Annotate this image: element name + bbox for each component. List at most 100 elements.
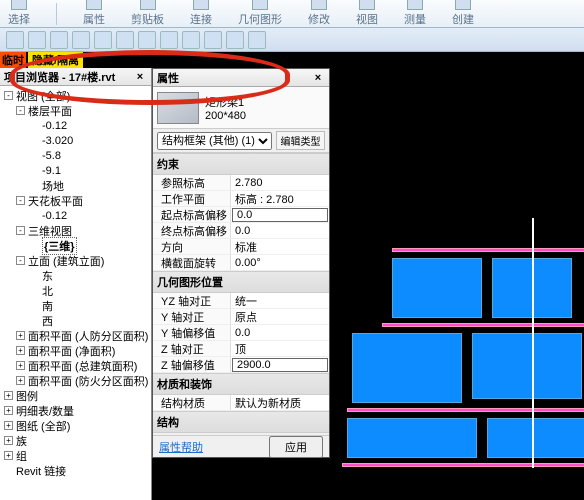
tree-item[interactable]: -0.12 bbox=[2, 118, 151, 133]
collapse-icon[interactable]: - bbox=[4, 91, 13, 100]
tree-item[interactable]: 南 bbox=[2, 298, 151, 313]
property-row[interactable]: 参照标高2.780 bbox=[153, 175, 329, 191]
qat-button-4[interactable] bbox=[72, 31, 90, 49]
qat-button-1[interactable] bbox=[6, 31, 24, 49]
properties-body[interactable]: 约束参照标高2.780工作平面标高 : 2.780起点标高偏移0.0终点标高偏移… bbox=[153, 153, 329, 435]
expand-icon[interactable]: + bbox=[4, 451, 13, 460]
property-value[interactable]: 0.0 bbox=[232, 208, 328, 222]
tree-item[interactable]: +族 bbox=[2, 433, 151, 448]
qat-button-5[interactable] bbox=[94, 31, 112, 49]
properties-help-link[interactable]: 属性帮助 bbox=[159, 439, 203, 455]
property-value[interactable]: 2.780 bbox=[231, 175, 329, 190]
property-row[interactable]: 终点标高偏移0.0 bbox=[153, 223, 329, 239]
property-row[interactable]: 工作平面标高 : 2.780 bbox=[153, 191, 329, 207]
property-row[interactable]: 方向标准 bbox=[153, 239, 329, 255]
property-value[interactable]: 默认为新材质 bbox=[231, 395, 329, 410]
project-browser-tree[interactable]: -视图 (全部)-楼层平面-0.12-3.020-5.8-9.1场地-天花板平面… bbox=[0, 86, 151, 500]
property-row[interactable]: 起点标高偏移0.0 bbox=[153, 207, 329, 223]
tree-item[interactable]: +组 bbox=[2, 448, 151, 463]
tree-item[interactable]: +图纸 (全部) bbox=[2, 418, 151, 433]
qat-button-10[interactable] bbox=[204, 31, 222, 49]
type-selector[interactable]: 矩形梁1 200*480 bbox=[153, 87, 329, 129]
tree-item[interactable]: +面积平面 (人防分区面积) bbox=[2, 328, 151, 343]
tree-item[interactable]: -9.1 bbox=[2, 163, 151, 178]
property-value[interactable]: 2900.0 bbox=[232, 358, 328, 372]
qat-button-3[interactable] bbox=[50, 31, 68, 49]
property-section-header[interactable]: 几何图形位置 bbox=[153, 271, 329, 293]
qat-button-12[interactable] bbox=[248, 31, 266, 49]
tree-item[interactable]: 场地 bbox=[2, 178, 151, 193]
tree-item[interactable]: +明细表/数量 bbox=[2, 403, 151, 418]
tree-item[interactable]: +面积平面 (防火分区面积) bbox=[2, 373, 151, 388]
ribbon-group-view[interactable]: 视图 bbox=[356, 0, 378, 27]
expand-icon[interactable]: + bbox=[4, 391, 13, 400]
close-icon[interactable]: × bbox=[311, 71, 325, 85]
ribbon-group-properties[interactable]: 属性 bbox=[83, 0, 105, 27]
properties-title[interactable]: 属性 × bbox=[153, 69, 329, 87]
apply-button[interactable]: 应用 bbox=[269, 436, 323, 458]
property-row[interactable]: 横截面旋转0.00° bbox=[153, 255, 329, 271]
qat-button-8[interactable] bbox=[160, 31, 178, 49]
tree-item[interactable]: -0.12 bbox=[2, 208, 151, 223]
qat-button-9[interactable] bbox=[182, 31, 200, 49]
tree-item[interactable]: 北 bbox=[2, 283, 151, 298]
property-value[interactable]: 0.0 bbox=[231, 223, 329, 238]
tree-item[interactable]: +图例 bbox=[2, 388, 151, 403]
tree-item[interactable]: -5.8 bbox=[2, 148, 151, 163]
collapse-icon[interactable]: - bbox=[16, 256, 25, 265]
qat-button-7[interactable] bbox=[138, 31, 156, 49]
property-row[interactable]: Z 轴对正顶 bbox=[153, 341, 329, 357]
collapse-icon[interactable]: - bbox=[16, 226, 25, 235]
property-row[interactable]: YZ 轴对正统一 bbox=[153, 293, 329, 309]
close-icon[interactable]: × bbox=[133, 70, 147, 84]
tree-item[interactable]: {三维} bbox=[2, 238, 151, 253]
qat-button-2[interactable] bbox=[28, 31, 46, 49]
ribbon-group-modify[interactable]: 修改 bbox=[308, 0, 330, 27]
qat-button-6[interactable] bbox=[116, 31, 134, 49]
property-section-header[interactable]: 结构 bbox=[153, 411, 329, 433]
project-browser-title[interactable]: 项目浏览器 - 17#楼.rvt × bbox=[0, 68, 151, 86]
expand-icon[interactable]: + bbox=[16, 361, 25, 370]
tree-item[interactable]: -3.020 bbox=[2, 133, 151, 148]
ribbon-group-geometry[interactable]: 几何图形 bbox=[238, 0, 282, 27]
expand-icon[interactable]: + bbox=[4, 436, 13, 445]
property-value[interactable]: 标高 : 2.780 bbox=[231, 191, 329, 206]
ribbon-group-connect[interactable]: 连接 bbox=[190, 0, 212, 27]
expand-icon[interactable]: + bbox=[16, 331, 25, 340]
expand-icon[interactable]: + bbox=[4, 421, 13, 430]
instance-selector[interactable]: 结构框架 (其他) (1) bbox=[157, 132, 272, 150]
tree-item[interactable]: -立面 (建筑立面) bbox=[2, 253, 151, 268]
property-value[interactable]: 原点 bbox=[231, 309, 329, 324]
tree-item[interactable]: -天花板平面 bbox=[2, 193, 151, 208]
property-row[interactable]: 结构材质默认为新材质 bbox=[153, 395, 329, 411]
ribbon-group-create[interactable]: 创建 bbox=[452, 0, 474, 27]
tree-item[interactable]: -视图 (全部) bbox=[2, 88, 151, 103]
expand-icon[interactable]: + bbox=[16, 376, 25, 385]
property-value[interactable]: 统一 bbox=[231, 293, 329, 308]
property-section-header[interactable]: 材质和装饰 bbox=[153, 373, 329, 395]
ribbon-group-select[interactable]: 选择 bbox=[8, 0, 30, 27]
property-value[interactable]: 标准 bbox=[231, 239, 329, 254]
hide-isolate-button[interactable]: 隐藏/隔离 bbox=[28, 52, 83, 68]
ribbon-group-measure[interactable]: 测量 bbox=[404, 0, 426, 27]
property-row[interactable]: Y 轴偏移值0.0 bbox=[153, 325, 329, 341]
property-section-header[interactable]: 约束 bbox=[153, 153, 329, 175]
property-value[interactable]: 顶 bbox=[231, 341, 329, 356]
expand-icon[interactable]: + bbox=[16, 346, 25, 355]
edit-type-button[interactable]: 编辑类型 bbox=[276, 131, 325, 150]
tree-item[interactable]: 西 bbox=[2, 313, 151, 328]
tree-item[interactable]: +面积平面 (净面积) bbox=[2, 343, 151, 358]
tree-item[interactable]: 东 bbox=[2, 268, 151, 283]
property-value[interactable]: 0.00° bbox=[231, 255, 329, 270]
property-row[interactable]: Z 轴偏移值2900.0 bbox=[153, 357, 329, 373]
property-value[interactable]: 0.0 bbox=[231, 325, 329, 340]
collapse-icon[interactable]: - bbox=[16, 196, 25, 205]
tree-item[interactable]: Revit 链接 bbox=[2, 463, 151, 478]
ribbon-group-clipboard[interactable]: 剪贴板 bbox=[131, 0, 164, 27]
collapse-icon[interactable]: - bbox=[16, 106, 25, 115]
property-row[interactable]: Y 轴对正原点 bbox=[153, 309, 329, 325]
expand-icon[interactable]: + bbox=[4, 406, 13, 415]
tree-item[interactable]: -楼层平面 bbox=[2, 103, 151, 118]
tree-item[interactable]: +面积平面 (总建筑面积) bbox=[2, 358, 151, 373]
qat-button-11[interactable] bbox=[226, 31, 244, 49]
